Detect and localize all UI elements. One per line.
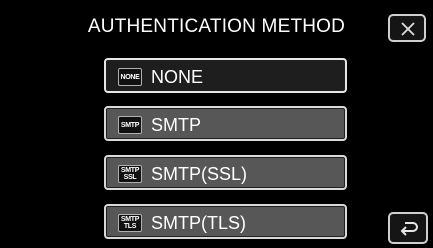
option-label: SMTP(SSL) xyxy=(151,164,248,184)
option-smtp-button[interactable]: SMTP SMTP xyxy=(104,106,347,141)
badge-text: SMTP xyxy=(120,121,140,129)
none-badge-icon: NONE xyxy=(118,68,142,86)
smtp-badge-icon: SMTP xyxy=(118,116,142,134)
badge-text-line1: SMTP xyxy=(120,166,140,174)
return-arrow-icon xyxy=(400,222,418,236)
option-label: NONE xyxy=(151,67,204,87)
badge-text: NONE xyxy=(120,73,140,81)
option-smtp-tls-button[interactable]: SMTP TLS SMTP(TLS) xyxy=(104,204,347,239)
badge-text-line1: SMTP xyxy=(120,215,140,223)
option-smtp-ssl-button[interactable]: SMTP SSL SMTP(SSL) xyxy=(104,155,347,190)
close-button[interactable] xyxy=(388,14,426,42)
back-button[interactable] xyxy=(388,212,428,244)
option-label: SMTP xyxy=(151,115,202,135)
badge-text-line2: SSL xyxy=(123,174,137,181)
smtp-ssl-badge-icon: SMTP SSL xyxy=(118,165,142,183)
option-label: SMTP(TLS) xyxy=(151,213,247,233)
page-title: AUTHENTICATION METHOD xyxy=(87,16,346,37)
badge-text-line2: TLS xyxy=(123,223,137,230)
close-icon xyxy=(401,22,415,36)
smtp-tls-badge-icon: SMTP TLS xyxy=(118,214,142,232)
option-none-button[interactable]: NONE NONE xyxy=(104,58,347,93)
